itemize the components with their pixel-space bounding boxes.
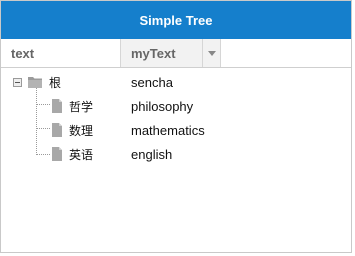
panel-title: Simple Tree [1,1,351,39]
tree-node-mytext: english [131,146,173,162]
tree-row[interactable]: 数理 mathematics [1,118,351,142]
tree-node-label: 哲学 [69,99,94,114]
file-icon [52,147,62,161]
tree-node-label: 英语 [69,147,94,162]
tree-row[interactable]: 英语 english [1,142,351,166]
collapse-icon[interactable] [13,78,22,87]
tree-node-mytext: sencha [131,74,173,90]
tree-body: 根 sencha 哲学 philosophy 数理 mathematics 英语… [1,68,351,252]
tree-node-mytext: philosophy [131,98,194,114]
column-header-text-label: text [11,45,35,61]
file-icon [52,99,62,113]
tree-panel: Simple Tree text myText 根 sencha 哲学 phil… [0,0,352,253]
column-header-mytext-label: myText [131,45,176,61]
tree-node-label: 数理 [69,123,94,138]
tree-node-mytext: mathematics [131,122,205,138]
file-icon [52,123,62,137]
chevron-down-icon [207,50,216,56]
column-menu-trigger[interactable] [202,39,220,67]
column-header-mytext[interactable]: myText [121,39,221,67]
column-header-bar: text myText [1,39,351,68]
tree-row[interactable]: 根 sencha [1,70,351,94]
tree-node-label: 根 [49,75,62,90]
column-header-text[interactable]: text [1,39,121,67]
folder-icon [28,77,42,88]
tree-row[interactable]: 哲学 philosophy [1,94,351,118]
